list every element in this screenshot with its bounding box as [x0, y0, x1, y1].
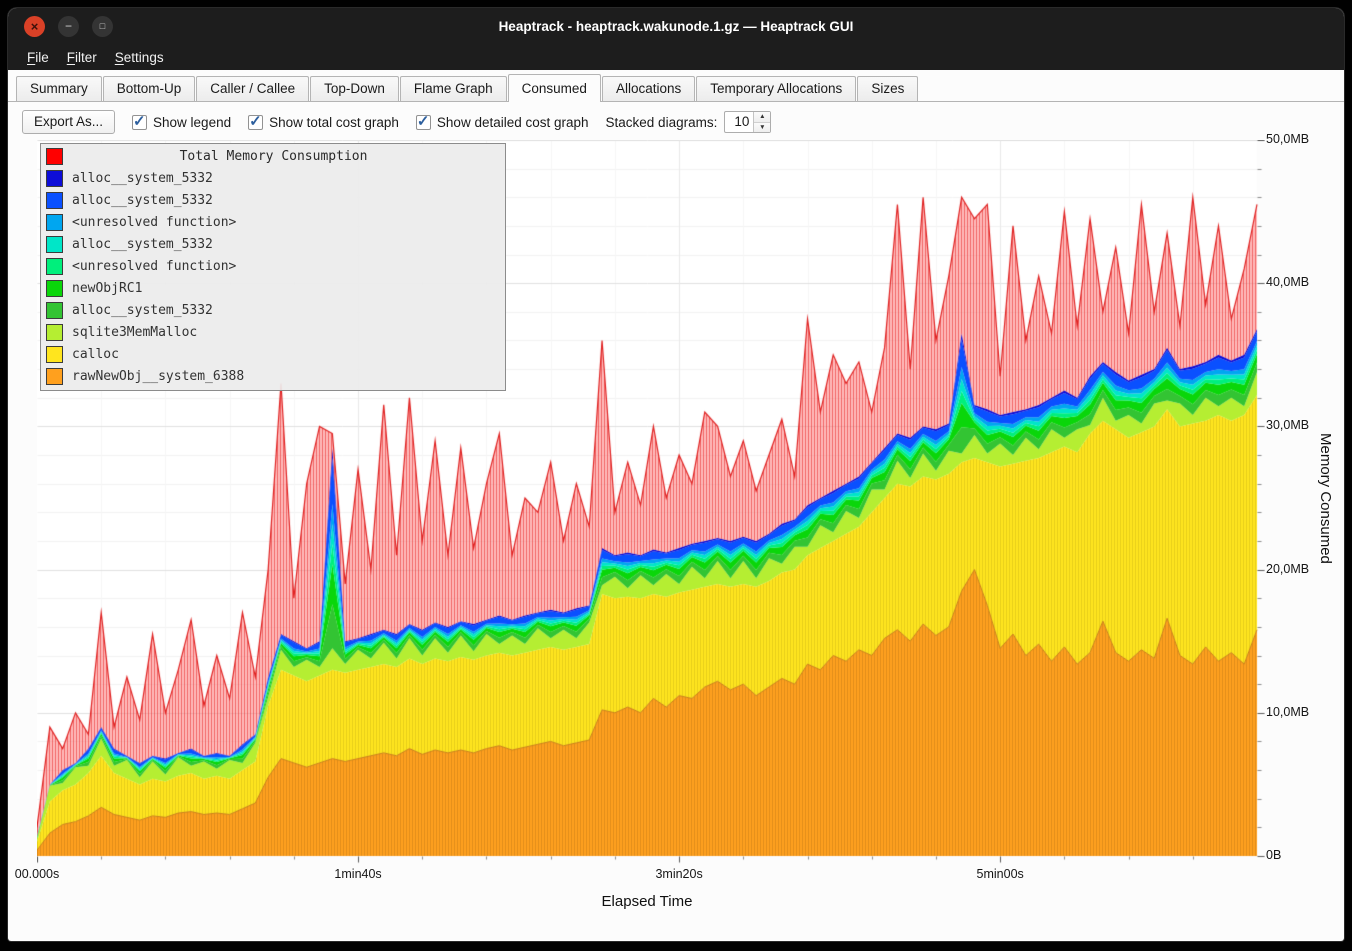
- x-axis-tick-label: 3min20s: [633, 867, 725, 881]
- checkbox-show-detailed-cost-graph[interactable]: ✓ Show detailed cost graph: [416, 115, 589, 130]
- tab-allocations[interactable]: Allocations: [602, 76, 695, 101]
- stacked-diagrams-value[interactable]: 10: [725, 112, 753, 132]
- maximize-icon: □: [100, 22, 105, 31]
- close-icon: ×: [31, 20, 39, 33]
- x-axis-tick-label: 1min40s: [312, 867, 404, 881]
- checkbox-box: ✓: [248, 115, 263, 130]
- tab-temporary-allocations[interactable]: Temporary Allocations: [696, 76, 856, 101]
- menu-item-filter[interactable]: Filter: [58, 47, 106, 68]
- spin-up-button[interactable]: ▲: [754, 112, 770, 122]
- checkbox-box: ✓: [416, 115, 431, 130]
- stacked-diagrams-group: Stacked diagrams: 10 ▲ ▼: [606, 111, 772, 133]
- check-icon: ✓: [249, 112, 262, 130]
- checkbox-label: Show total cost graph: [269, 115, 399, 130]
- toolbar-checkboxes: ✓ Show legend ✓ Show total cost graph ✓ Show …: [132, 115, 589, 130]
- x-axis-tick-label: 00.000s: [8, 867, 83, 881]
- stacked-diagrams-label: Stacked diagrams:: [606, 115, 718, 130]
- y-axis-tick-label: 30,0MB: [1266, 418, 1309, 432]
- checkbox-show-legend[interactable]: ✓ Show legend: [132, 115, 231, 130]
- x-axis-tick-label: 5min00s: [954, 867, 1046, 881]
- tab-bar: SummaryBottom-UpCaller / CalleeTop-DownF…: [8, 70, 1344, 102]
- tab-sizes[interactable]: Sizes: [857, 76, 918, 101]
- checkbox-label: Show legend: [153, 115, 231, 130]
- titlebar[interactable]: × − □ Heaptrack - heaptrack.wakunode.1.gz …: [8, 8, 1344, 44]
- spin-up-icon: ▲: [759, 113, 765, 120]
- x-axis-label: Elapsed Time: [37, 893, 1257, 910]
- window-controls: × − □: [24, 8, 113, 44]
- spin-down-icon: ▼: [759, 124, 765, 131]
- spin-down-button[interactable]: ▼: [754, 122, 770, 133]
- stacked-diagrams-spinbox[interactable]: 10 ▲ ▼: [724, 111, 771, 133]
- chart-area: Total Memory Consumptionalloc__system_53…: [8, 8, 1344, 941]
- maximize-button[interactable]: □: [92, 16, 113, 37]
- y-axis-tick-label: 0B: [1266, 848, 1281, 862]
- checkbox-show-total-cost-graph[interactable]: ✓ Show total cost graph: [248, 115, 399, 130]
- export-as-button[interactable]: Export As...: [22, 110, 115, 134]
- heaptrack-window: × − □ Heaptrack - heaptrack.wakunode.1.gz …: [8, 8, 1344, 941]
- y-axis-tick-label: 40,0MB: [1266, 275, 1309, 289]
- y-axis-label: Memory Consumed: [1317, 140, 1334, 856]
- minimize-icon: −: [65, 20, 72, 32]
- toolbar: Export As... ✓ Show legend ✓ Show total cos…: [8, 102, 1344, 143]
- tab-summary[interactable]: Summary: [16, 76, 102, 101]
- check-icon: ✓: [133, 112, 146, 130]
- check-icon: ✓: [417, 112, 430, 130]
- checkbox-box: ✓: [132, 115, 147, 130]
- tab-top-down[interactable]: Top-Down: [310, 76, 399, 101]
- menu-item-settings[interactable]: Settings: [106, 47, 173, 68]
- checkbox-label: Show detailed cost graph: [437, 115, 589, 130]
- menubar: FileFilterSettings: [8, 44, 1344, 70]
- close-button[interactable]: ×: [24, 16, 45, 37]
- window-title: Heaptrack - heaptrack.wakunode.1.gz — He…: [499, 19, 854, 34]
- minimize-button[interactable]: −: [58, 16, 79, 37]
- tab-bottom-up[interactable]: Bottom-Up: [103, 76, 196, 101]
- spin-buttons: ▲ ▼: [753, 112, 770, 132]
- y-axis-tick-label: 10,0MB: [1266, 705, 1309, 719]
- y-axis-tick-label: 20,0MB: [1266, 562, 1309, 576]
- memory-chart-canvas[interactable]: [37, 140, 1265, 864]
- menu-item-file[interactable]: File: [18, 47, 58, 68]
- tab-consumed[interactable]: Consumed: [508, 74, 601, 102]
- tab-caller-callee[interactable]: Caller / Callee: [196, 76, 309, 101]
- tab-flame-graph[interactable]: Flame Graph: [400, 76, 507, 101]
